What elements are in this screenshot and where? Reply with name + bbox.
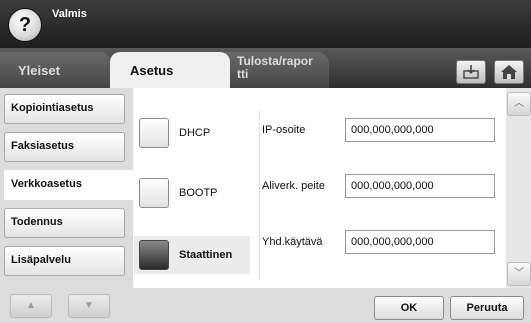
home-button[interactable] [494,60,524,84]
sidebar-item-lisapalvelu[interactable]: Lisäpalvelu [4,246,125,276]
scroll-down-button[interactable]: ﹀ [507,262,531,286]
scroll-up-button[interactable]: ︿ [507,92,531,116]
subnet-mask-label: Aliverk. peite [262,180,325,192]
tray-icon [463,65,479,79]
sidebar-scroll-up-button[interactable]: ▲ [10,294,52,318]
bootp-option-label: BOOTP [179,187,218,199]
bootp-option-button[interactable] [139,178,169,208]
ip-address-field[interactable]: 000,000,000,000 [345,118,495,142]
tray-button[interactable] [456,60,486,84]
tab-label-line1: Tulosta/rapor [237,54,313,68]
tab-yleiset[interactable]: Yleiset [0,52,110,88]
gateway-field[interactable]: 000,000,000,000 [345,230,495,254]
ok-button[interactable]: OK [374,296,444,320]
static-option-label: Staattinen [179,249,233,261]
scrollbar[interactable] [506,88,531,288]
sidebar-item-verkkoasetus[interactable]: Verkkoasetus [4,170,133,200]
sidebar-item-faksiasetus[interactable]: Faksiasetus [4,132,125,162]
dhcp-option-button[interactable] [139,118,169,148]
help-icon[interactable]: ? [8,8,42,42]
column-divider [259,110,260,280]
chevron-down-icon: ﹀ [514,268,524,279]
dhcp-option-label: DHCP [179,127,211,139]
arrow-down-icon: ▼ [84,300,94,311]
sidebar-item-todennus[interactable]: Todennus [4,208,125,238]
subnet-mask-field[interactable]: 000,000,000,000 [345,174,495,198]
sidebar-item-kopiointiasetus[interactable]: Kopiointiasetus [4,94,125,124]
sidebar-scroll-down-button[interactable]: ▼ [68,294,110,318]
cancel-button[interactable]: Peruuta [450,296,524,320]
gateway-label: Yhd.käytävä [262,236,323,248]
tab-tulosta-raportti[interactable]: Tulosta/rapor tti [225,52,329,88]
ip-address-label: IP-osoite [262,124,306,136]
tab-label-line2: tti [237,67,249,81]
machine-status: Valmis [52,8,87,20]
home-icon [501,65,517,79]
tab-asetus[interactable]: Asetus [110,52,230,88]
arrow-up-icon: ▲ [26,300,36,311]
static-option-button[interactable] [139,240,169,270]
chevron-up-icon: ︿ [514,98,524,109]
